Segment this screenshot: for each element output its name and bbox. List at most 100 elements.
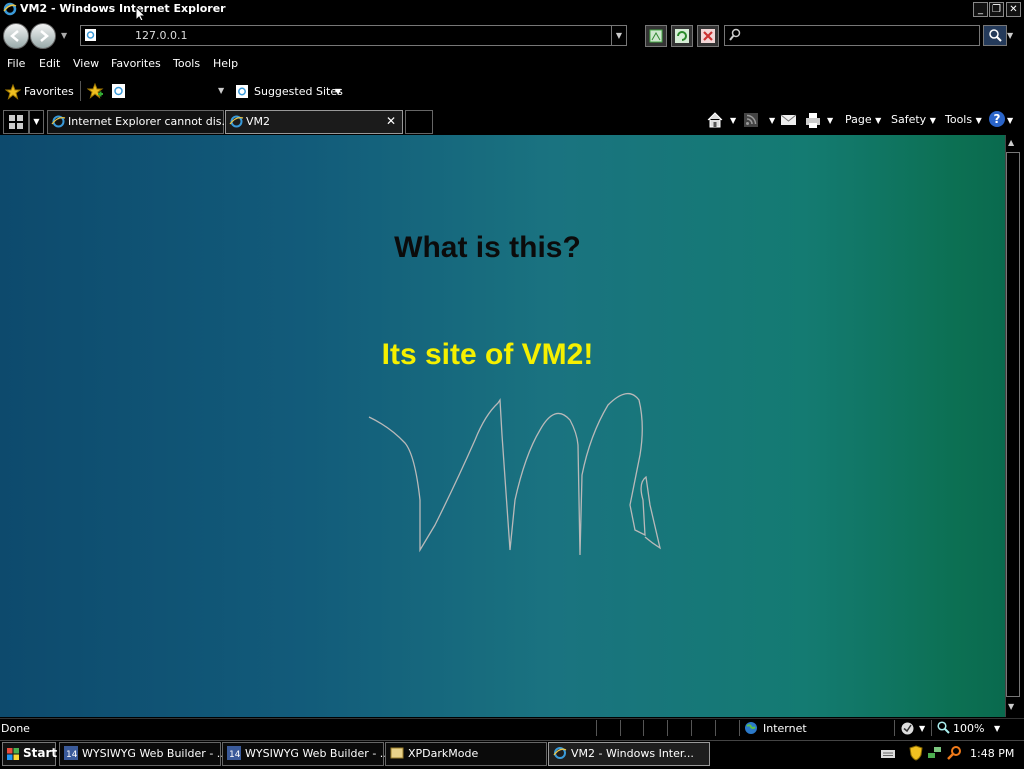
feeds-dropdown[interactable]: ▼: [769, 116, 775, 125]
status-bar: [0, 718, 1024, 739]
page-content: What is this? Its site of VM2!: [0, 135, 1005, 717]
home-icon[interactable]: [706, 111, 724, 129]
wysiwyg-app-icon: 14: [227, 746, 241, 760]
tab-label: VM2: [246, 115, 271, 128]
home-dropdown[interactable]: ▼: [730, 116, 736, 125]
page-menu-label: Page: [845, 113, 872, 126]
search-button[interactable]: [983, 25, 1007, 46]
status-text: Done: [1, 722, 30, 735]
close-tab-icon[interactable]: ✕: [386, 114, 396, 128]
start-button[interactable]: Start: [2, 742, 58, 766]
divider: [643, 720, 644, 736]
chevron-down-icon: ▼: [929, 116, 936, 125]
divider: [931, 720, 932, 736]
zoom-dropdown[interactable]: ▼: [994, 724, 1000, 733]
protected-mode-dropdown[interactable]: ▼: [919, 724, 925, 733]
divider: [80, 81, 81, 101]
search-provider-icon: [729, 28, 741, 41]
xpdarkmode-app-icon: [390, 747, 404, 759]
page-menu[interactable]: Page ▼: [845, 113, 881, 126]
scroll-down-arrow-icon[interactable]: ▼: [1008, 702, 1014, 711]
chevron-down-icon: ▼: [335, 87, 342, 96]
vm-signature-drawing: [368, 393, 661, 556]
security-shield-icon[interactable]: [909, 745, 923, 761]
help-icon[interactable]: ?: [989, 111, 1005, 127]
menu-edit[interactable]: Edit: [39, 57, 60, 70]
security-zone-label: Internet: [763, 722, 807, 735]
tab-list-dropdown[interactable]: ▼: [29, 110, 44, 134]
taskbar-button-ie[interactable]: VM2 - Windows Inter...: [548, 742, 710, 766]
keyboard-icon[interactable]: [880, 749, 896, 759]
recent-pages-dropdown[interactable]: ▼: [61, 31, 67, 40]
refresh-button[interactable]: [671, 25, 693, 47]
network-icon[interactable]: [927, 745, 942, 760]
address-dropdown[interactable]: ▼: [611, 26, 626, 45]
fav-overflow-dropdown[interactable]: ▼: [218, 86, 224, 95]
menu-view[interactable]: View: [73, 57, 99, 70]
taskbar-button-xpdarkmode[interactable]: XPDarkMode: [385, 742, 547, 766]
compatibility-view-button[interactable]: [645, 25, 667, 47]
ie-logo-icon: [3, 2, 17, 16]
mail-icon[interactable]: [780, 112, 797, 127]
taskbar-button-wysiwyg-1[interactable]: 14 WYSIWYG Web Builder - ...: [59, 742, 227, 766]
close-window-button[interactable]: ✕: [1006, 2, 1021, 17]
menu-favorites[interactable]: Favorites: [111, 57, 161, 70]
search-tray-icon[interactable]: [947, 745, 962, 760]
favorites-button[interactable]: Favorites: [3, 83, 75, 101]
zoom-level[interactable]: 100%: [953, 722, 984, 735]
chevron-down-icon: ▼: [875, 116, 882, 125]
tab-error-page[interactable]: Internet Explorer cannot dis...: [47, 110, 232, 134]
search-options-dropdown[interactable]: ▼: [1007, 31, 1013, 40]
feeds-icon[interactable]: [743, 112, 759, 128]
print-dropdown[interactable]: ▼: [827, 116, 833, 125]
forward-arrow-icon: [40, 30, 49, 42]
help-dropdown[interactable]: ▼: [1007, 116, 1013, 125]
ie-tab-icon: [229, 115, 244, 128]
taskbar-button-wysiwyg-2[interactable]: 14 WYSIWYG Web Builder - ...: [222, 742, 390, 766]
compat-view-icon: [649, 29, 663, 43]
address-text: 127.0.0.1: [135, 29, 188, 42]
print-icon[interactable]: [804, 111, 822, 129]
title-bar: VM2 - Windows Internet Explorer _ ❐ ✕: [0, 0, 1024, 18]
menu-tools[interactable]: Tools: [173, 57, 200, 70]
minimize-button[interactable]: _: [973, 2, 988, 17]
chevron-down-icon: ▼: [975, 116, 982, 125]
quick-tabs-button[interactable]: [3, 110, 29, 134]
tools-menu[interactable]: Tools ▼: [945, 113, 982, 126]
safety-menu[interactable]: Safety ▼: [891, 113, 936, 126]
menu-file[interactable]: File: [7, 57, 25, 70]
ie-tab-icon: [51, 115, 66, 128]
favorites-bar: [0, 80, 1024, 104]
page-icon: [85, 29, 96, 41]
divider: [691, 720, 692, 736]
suggested-sites-icon: [236, 85, 248, 98]
taskbar-button-label: WYSIWYG Web Builder - ...: [245, 747, 391, 760]
web-slice-icon[interactable]: [111, 83, 127, 99]
back-arrow-icon: [10, 30, 19, 42]
star-icon: [5, 84, 21, 100]
divider: [667, 720, 668, 736]
window-title: VM2 - Windows Internet Explorer: [20, 2, 226, 15]
new-tab-button[interactable]: [405, 110, 433, 134]
divider: [715, 720, 716, 736]
start-label: Start: [23, 746, 58, 760]
system-clock: 1:48 PM: [970, 747, 1015, 760]
tab-label: Internet Explorer cannot dis...: [68, 115, 233, 128]
restore-button[interactable]: ❐: [989, 2, 1004, 17]
menu-help[interactable]: Help: [213, 57, 238, 70]
favorites-label: Favorites: [24, 85, 74, 98]
forward-button[interactable]: [30, 23, 56, 49]
windows-logo-icon: [7, 748, 19, 760]
tab-vm2[interactable]: VM2 ✕: [225, 110, 403, 134]
suggested-sites-button[interactable]: Suggested Sites ▼: [234, 83, 346, 101]
svg-text:14: 14: [229, 750, 241, 760]
protected-mode-icon[interactable]: [900, 721, 915, 736]
scroll-up-arrow-icon[interactable]: ▲: [1008, 138, 1014, 147]
back-button[interactable]: [3, 23, 29, 49]
search-input[interactable]: [724, 25, 980, 46]
zoom-icon: [937, 721, 950, 734]
stop-button[interactable]: [697, 25, 719, 47]
scroll-thumb[interactable]: [1006, 152, 1020, 697]
add-to-favorites-icon[interactable]: [87, 83, 104, 100]
refresh-icon: [675, 29, 689, 43]
